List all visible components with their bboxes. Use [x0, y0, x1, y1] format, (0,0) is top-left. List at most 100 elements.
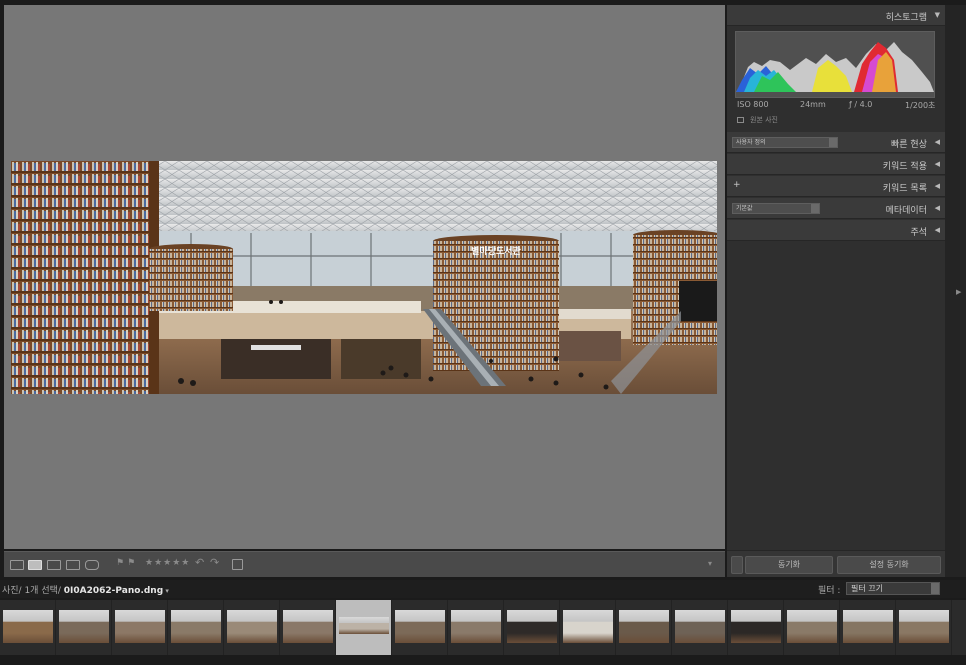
quick-develop-title: 빠른 현상: [891, 140, 927, 150]
collapse-triangle-icon: ◀: [934, 204, 940, 212]
comments-header[interactable]: 주석 ◀: [727, 220, 945, 241]
image-viewport[interactable]: 별마당도서관: [4, 5, 725, 549]
thumbnail-image: [451, 610, 501, 643]
grid-view-icon[interactable]: [10, 560, 24, 570]
original-photo-toggle[interactable]: 원본 사진: [737, 115, 778, 125]
filmstrip[interactable]: [0, 600, 966, 655]
collapse-triangle-icon: ◀: [934, 160, 940, 168]
filmstrip-thumb[interactable]: [840, 600, 896, 655]
exif-focal-length: 24mm: [800, 100, 826, 109]
thumbnail-image: [619, 610, 669, 643]
histogram-chart: [735, 31, 935, 98]
thumbnail-image: [59, 610, 109, 643]
quick-develop-header[interactable]: 사용자 정의 빠른 현상 ◀: [727, 132, 945, 153]
svg-text:별마당도서관: 별마당도서관: [471, 245, 521, 257]
checkbox-icon[interactable]: [737, 117, 744, 123]
filmstrip-thumb[interactable]: [0, 600, 56, 655]
metadata-preset-value: 기본값: [736, 205, 753, 212]
filmstrip-thumb[interactable]: [784, 600, 840, 655]
right-panel-edge[interactable]: ▶: [945, 5, 966, 577]
expand-panel-arrow-icon[interactable]: ▶: [956, 288, 961, 296]
filter-dropdown[interactable]: 필터 끄기: [846, 582, 940, 595]
crop-icon[interactable]: [232, 559, 243, 570]
filter-value: 필터 끄기: [851, 584, 883, 593]
rotate-right-icon[interactable]: ↷: [210, 556, 220, 569]
collapse-triangle-icon: ◀: [934, 138, 940, 146]
exif-iso: ISO 800: [737, 100, 769, 109]
sync-settings-button[interactable]: 설정 동기화: [837, 556, 941, 574]
original-photo-label: 원본 사진: [750, 116, 778, 124]
loupe-view-icon[interactable]: [28, 560, 42, 570]
people-view-icon[interactable]: [85, 560, 99, 570]
thumbnail-image: [843, 610, 893, 643]
filmstrip-thumb[interactable]: [672, 600, 728, 655]
filmstrip-thumb[interactable]: [504, 600, 560, 655]
add-keyword-icon[interactable]: +: [733, 180, 741, 190]
thumbnail-image: [731, 610, 781, 643]
compare-view-icon[interactable]: [47, 560, 61, 570]
filmstrip-thumb[interactable]: [728, 600, 784, 655]
keyword-list-title: 키워드 목록: [882, 184, 927, 194]
keywording-title: 키워드 적용: [882, 162, 927, 172]
exif-aperture: ƒ / 4.0: [849, 100, 873, 109]
filmstrip-thumb[interactable]: [112, 600, 168, 655]
thumbnail-image: [3, 610, 53, 643]
saved-preset-dropdown[interactable]: 사용자 정의: [732, 137, 838, 148]
rotate-left-icon[interactable]: ↶: [195, 556, 205, 569]
expand-triangle-icon: ▼: [934, 11, 940, 19]
metadata-header[interactable]: 기본값 메타데이터 ◀: [727, 198, 945, 219]
survey-view-icon[interactable]: [66, 560, 80, 570]
keyword-list-header[interactable]: + 키워드 목록 ◀: [727, 176, 945, 197]
thumbnail-image: [395, 610, 445, 643]
thumbnail-image: [563, 610, 613, 643]
thumbnail-image: [507, 610, 557, 643]
thumbnail-image: [115, 610, 165, 643]
collapse-triangle-icon: ◀: [934, 182, 940, 190]
collapse-triangle-icon: ◀: [934, 226, 940, 234]
bottom-edge: [0, 657, 966, 665]
flag-icons[interactable]: ⚑⚑: [116, 558, 138, 568]
filmstrip-info-bar: 사진/ 1개 선택/ 0I0A2062-Pano.dng ▾ 필터 : 필터 끄…: [0, 580, 966, 598]
thumbnail-image: [171, 610, 221, 643]
panorama-image: 별마당도서관: [11, 161, 717, 394]
metadata-preset-dropdown[interactable]: 기본값: [732, 203, 820, 214]
filmstrip-thumb[interactable]: [224, 600, 280, 655]
source-path[interactable]: 사진/ 1개 선택/ 0I0A2062-Pano.dng ▾: [2, 583, 169, 596]
selected-filename: 0I0A2062-Pano.dng: [63, 586, 164, 596]
thumbnail-image: [227, 610, 277, 643]
filmstrip-thumb[interactable]: [560, 600, 616, 655]
exif-shutter: 1/200초: [905, 101, 936, 110]
histogram-header[interactable]: 히스토그램 ▼: [727, 5, 945, 26]
thumbnail-image: [675, 610, 725, 643]
metadata-title: 메타데이터: [885, 206, 927, 216]
thumbnail-image: [339, 617, 389, 634]
filmstrip-thumb[interactable]: [168, 600, 224, 655]
filmstrip-thumb[interactable]: [280, 600, 336, 655]
comments-title: 주석: [910, 228, 927, 238]
thumbnail-image: [787, 610, 837, 643]
thumbnail-image: [283, 610, 333, 643]
sync-row: 동기화 설정 동기화: [727, 550, 945, 577]
keywording-header[interactable]: 키워드 적용 ◀: [727, 154, 945, 175]
filmstrip-thumb[interactable]: [392, 600, 448, 655]
filmstrip-thumb[interactable]: [896, 600, 952, 655]
dropdown-arrow-icon: [931, 583, 939, 594]
sync-button[interactable]: 동기화: [745, 556, 833, 574]
thumbnail-image: [899, 610, 949, 643]
filmstrip-thumb[interactable]: [56, 600, 112, 655]
saved-preset-value: 사용자 정의: [736, 139, 766, 146]
filmstrip-thumb[interactable]: [448, 600, 504, 655]
selection-path: 사진/ 1개 선택/: [2, 586, 61, 596]
toolbar-menu-chevron-icon[interactable]: ▾: [708, 559, 713, 568]
sync-toggle-switch[interactable]: [731, 556, 743, 574]
rating-stars[interactable]: ★★★★★: [145, 558, 190, 568]
filter-label: 필터 :: [818, 586, 841, 596]
dropdown-arrow-icon: [829, 138, 837, 147]
filmstrip-thumb-selected[interactable]: [336, 600, 392, 655]
library-toolbar: ⚑⚑ ★★★★★ ↶ ↷ ▾: [4, 551, 725, 577]
panorama-photo[interactable]: 별마당도서관: [11, 161, 717, 394]
dropdown-arrow-icon: [811, 204, 819, 213]
filmstrip-thumb[interactable]: [616, 600, 672, 655]
histogram-title: 히스토그램: [885, 13, 927, 23]
right-panel: 히스토그램 ▼ ISO 800 24mm ƒ / 4.0 1/200초 원본 사…: [727, 5, 945, 577]
